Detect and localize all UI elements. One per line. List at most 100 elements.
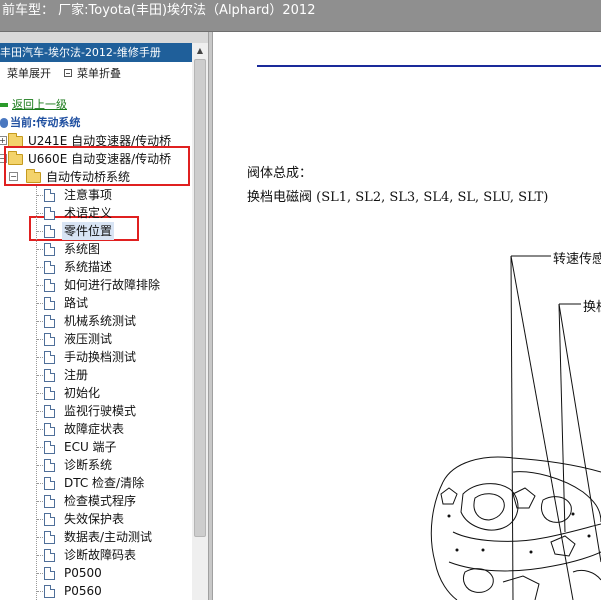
tree-branch-line <box>37 501 43 502</box>
document-icon <box>44 459 55 472</box>
tree-branch-line <box>37 465 43 466</box>
tree-item-label: P0500 <box>64 566 102 580</box>
doc-line-shift-solenoid: 换档电磁阀 (SL1, SL2, SL3, SL4, SL, SLU, SLT) <box>247 190 549 205</box>
document-icon <box>44 369 55 382</box>
transmission-illustration <box>430 255 601 600</box>
tree-scrollbar[interactable]: ▲ <box>192 43 208 600</box>
tree-item[interactable]: 注意事项 <box>0 186 192 204</box>
tree-item[interactable]: 初始化 <box>0 384 192 402</box>
tree-branch-line <box>37 357 43 358</box>
tree-item[interactable]: 诊断系统 <box>0 456 192 474</box>
back-link[interactable]: 返回上一级 <box>12 96 67 114</box>
tree-branch-line <box>37 195 43 196</box>
tree-toolbar: 菜单展开 菜单折叠 <box>0 62 192 86</box>
document-icon <box>44 189 55 202</box>
tree-item[interactable]: 系统图 <box>0 240 192 258</box>
tree-branch-line <box>37 591 43 592</box>
tree-item[interactable]: 如何进行故障排除 <box>0 276 192 294</box>
tree-item[interactable]: ECU 端子 <box>0 438 192 456</box>
tree-item[interactable]: 术语定义 <box>0 204 192 222</box>
document-icon <box>44 423 55 436</box>
document-icon <box>44 297 55 310</box>
expand-icon[interactable]: + <box>0 136 7 145</box>
window-title-bar: 前车型： 厂家:Toyota(丰田)埃尔法（Alphard）2012 <box>0 0 601 32</box>
collapse-menu-button[interactable]: 菜单折叠 <box>64 67 121 81</box>
tree-branch-line <box>37 321 43 322</box>
scroll-up-arrow-icon[interactable]: ▲ <box>192 43 208 59</box>
tree-item[interactable]: 注册 <box>0 366 192 384</box>
document-icon <box>44 261 55 274</box>
tree-item-label: 诊断故障码表 <box>64 548 137 562</box>
tree-branch-line <box>37 375 43 376</box>
document-icon <box>44 225 55 238</box>
current-location-icon <box>0 118 8 128</box>
tree-item-label: 故障症状表 <box>64 422 125 436</box>
tree-branch-line <box>37 411 43 412</box>
tree-branch-line <box>37 303 43 304</box>
tree-branch-line <box>37 573 43 574</box>
tree-branch-line <box>37 267 43 268</box>
tree-item[interactable]: 故障症状表 <box>0 420 192 438</box>
document-icon <box>44 585 55 598</box>
tree-item-label: 术语定义 <box>64 206 113 220</box>
back-arrow-icon <box>0 103 8 107</box>
tree-branch-line <box>37 429 43 430</box>
tree-item[interactable]: 检查模式程序 <box>0 492 192 510</box>
document-icon <box>44 333 55 346</box>
document-icon <box>44 387 55 400</box>
tree-item[interactable]: DTC 检查/清除 <box>0 474 192 492</box>
tree-branch-line <box>37 519 43 520</box>
tree-item-label: 如何进行故障排除 <box>64 278 161 292</box>
tree-item[interactable]: 系统描述 <box>0 258 192 276</box>
tree-item[interactable]: 机械系统测试 <box>0 312 192 330</box>
tree-branch-line <box>37 447 43 448</box>
tree-item-label: 注册 <box>64 368 89 382</box>
tree-item[interactable]: 诊断故障码表 <box>0 546 192 564</box>
manual-title-header: 丰田汽车-埃尔法-2012-维修手册 <box>0 43 192 62</box>
document-icon <box>44 243 55 256</box>
tree-item-label: 数据表/主动测试 <box>64 530 153 544</box>
tree-item-label: 机械系统测试 <box>64 314 137 328</box>
tree-item-label: 零件位置 <box>62 222 115 240</box>
document-icon <box>44 207 55 220</box>
tree-branch-line <box>37 537 43 538</box>
tree-item-label: 注意事项 <box>64 188 113 202</box>
tree-item-label: 路试 <box>64 296 89 310</box>
document-icon <box>44 549 55 562</box>
tree-branch-line <box>37 231 43 232</box>
tree-item[interactable]: 零件位置 <box>0 222 192 240</box>
expand-menu-button[interactable]: 菜单展开 <box>7 67 51 81</box>
scroll-thumb[interactable] <box>194 59 206 537</box>
window-title: 前车型： 厂家:Toyota(丰田)埃尔法（Alphard）2012 <box>2 3 316 18</box>
tree-item[interactable]: 监视行驶模式 <box>0 402 192 420</box>
document-icon <box>44 351 55 364</box>
tree-item[interactable]: P0560 <box>0 582 192 600</box>
doc-line-valve-body: 阀体总成： <box>247 166 313 181</box>
tree-item-label: 监视行驶模式 <box>64 404 137 418</box>
tree-item-label: 液压测试 <box>64 332 113 346</box>
document-icon <box>44 495 55 508</box>
current-section-label: 当前:传动系统 <box>10 116 81 129</box>
tree-item[interactable]: 数据表/主动测试 <box>0 528 192 546</box>
document-icon <box>44 531 55 544</box>
tree-item[interactable]: P0500 <box>0 564 192 582</box>
tree-branch-line <box>37 555 43 556</box>
collapse-menu-label: 菜单折叠 <box>77 67 121 80</box>
tree-branch-line <box>37 213 43 214</box>
tree-item-label: DTC 检查/清除 <box>64 476 145 490</box>
tree-item[interactable]: 失效保护表 <box>0 510 192 528</box>
document-view: 阀体总成： 换档电磁阀 (SL1, SL2, SL3, SL4, SL, SLU… <box>213 32 601 600</box>
tree-item-label: 初始化 <box>64 386 101 400</box>
tree-branch-line <box>37 393 43 394</box>
tree-item[interactable]: 液压测试 <box>0 330 192 348</box>
tree-item[interactable]: 手动换档测试 <box>0 348 192 366</box>
tree-item[interactable]: 路试 <box>0 294 192 312</box>
tree-item-label: 检查模式程序 <box>64 494 137 508</box>
document-icon <box>44 315 55 328</box>
tree-item-label: 系统图 <box>64 242 101 256</box>
document-icon <box>44 279 55 292</box>
tree-item-label: ECU 端子 <box>64 440 117 454</box>
tree-view: 返回上一级 当前:传动系统 + U241E 自动变速器/传动桥 − U660E … <box>0 96 192 600</box>
document-icon <box>44 513 55 526</box>
tree-item-label: 失效保护表 <box>64 512 125 526</box>
